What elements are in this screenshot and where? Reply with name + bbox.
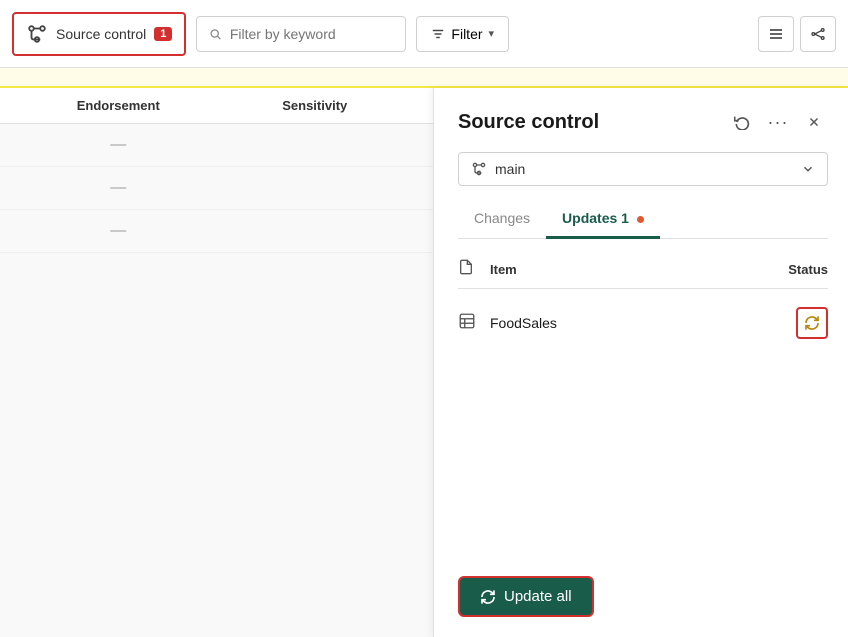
git-icon: [26, 23, 48, 45]
update-all-button[interactable]: Update all: [458, 576, 594, 617]
item-type-icon: [458, 312, 490, 335]
yellow-banner: [0, 68, 848, 88]
source-control-panel: Source control ···: [433, 88, 848, 637]
update-all-container: Update all: [458, 552, 828, 617]
tab-changes-label: Changes: [474, 210, 530, 226]
filter-label: Filter: [451, 26, 482, 42]
update-all-label: Update all: [504, 588, 572, 605]
filter-icon: [431, 27, 445, 41]
chevron-down-icon: [801, 162, 815, 176]
refresh-button[interactable]: [728, 108, 756, 136]
more-options-button[interactable]: ···: [764, 108, 792, 136]
table-row: —: [0, 210, 433, 253]
source-control-label: Source control: [56, 26, 146, 42]
tabs: Changes Updates 1: [458, 202, 828, 239]
col-endorsement-header: Endorsement: [20, 98, 217, 113]
filter-button[interactable]: Filter ▾: [416, 16, 509, 52]
refresh-icon: [734, 114, 750, 130]
panel-header-icons: ···: [728, 108, 828, 136]
file-icon-header: [458, 259, 474, 275]
source-control-button[interactable]: Source control 1: [12, 12, 186, 56]
network-view-button[interactable]: [800, 16, 836, 52]
panel-title: Source control: [458, 111, 728, 134]
item-col-icon-header: [458, 259, 490, 280]
tab-changes[interactable]: Changes: [458, 202, 546, 239]
left-panel: Endorsement Sensitivity — — —: [0, 88, 433, 637]
spacer: [458, 349, 828, 552]
item-status-icon: [796, 307, 828, 339]
table-row: —: [0, 124, 433, 167]
tab-updates-label: Updates 1: [562, 210, 629, 226]
main-area: Endorsement Sensitivity — — — Source con…: [0, 88, 848, 637]
toolbar-right-icons: [758, 16, 836, 52]
close-panel-button[interactable]: [800, 108, 828, 136]
branch-icon: [471, 161, 487, 177]
branch-dropdown[interactable]: main: [458, 152, 828, 186]
close-icon: [807, 115, 821, 129]
tab-updates-dot: [637, 216, 644, 223]
item-name: FoodSales: [490, 315, 796, 331]
source-control-badge: 1: [154, 27, 172, 41]
list-view-icon: [768, 26, 784, 42]
update-all-icon: [480, 589, 496, 605]
branch-name: main: [495, 161, 793, 177]
endorsement-value: —: [20, 222, 217, 240]
item-row-foodsales: FoodSales: [458, 297, 828, 349]
item-col-name-header: Item: [490, 262, 758, 277]
col-sensitivity-header: Sensitivity: [217, 98, 414, 113]
endorsement-value: —: [20, 136, 217, 154]
search-input[interactable]: [230, 26, 394, 42]
endorsement-value: —: [20, 179, 217, 197]
search-box: [196, 16, 406, 52]
item-table-header: Item Status: [458, 259, 828, 289]
list-view-button[interactable]: [758, 16, 794, 52]
table-row: —: [0, 167, 433, 210]
more-icon: ···: [768, 112, 789, 133]
item-col-status-header: Status: [758, 262, 828, 277]
table-header: Endorsement Sensitivity: [0, 88, 433, 124]
search-icon: [209, 27, 221, 41]
network-view-icon: [810, 26, 826, 42]
toolbar: Source control 1 Filter ▾: [0, 0, 848, 68]
tab-updates[interactable]: Updates 1: [546, 202, 660, 239]
filter-chevron: ▾: [489, 27, 495, 40]
panel-header: Source control ···: [458, 108, 828, 136]
sync-status-icon: [804, 315, 820, 331]
dataset-icon: [458, 312, 476, 330]
